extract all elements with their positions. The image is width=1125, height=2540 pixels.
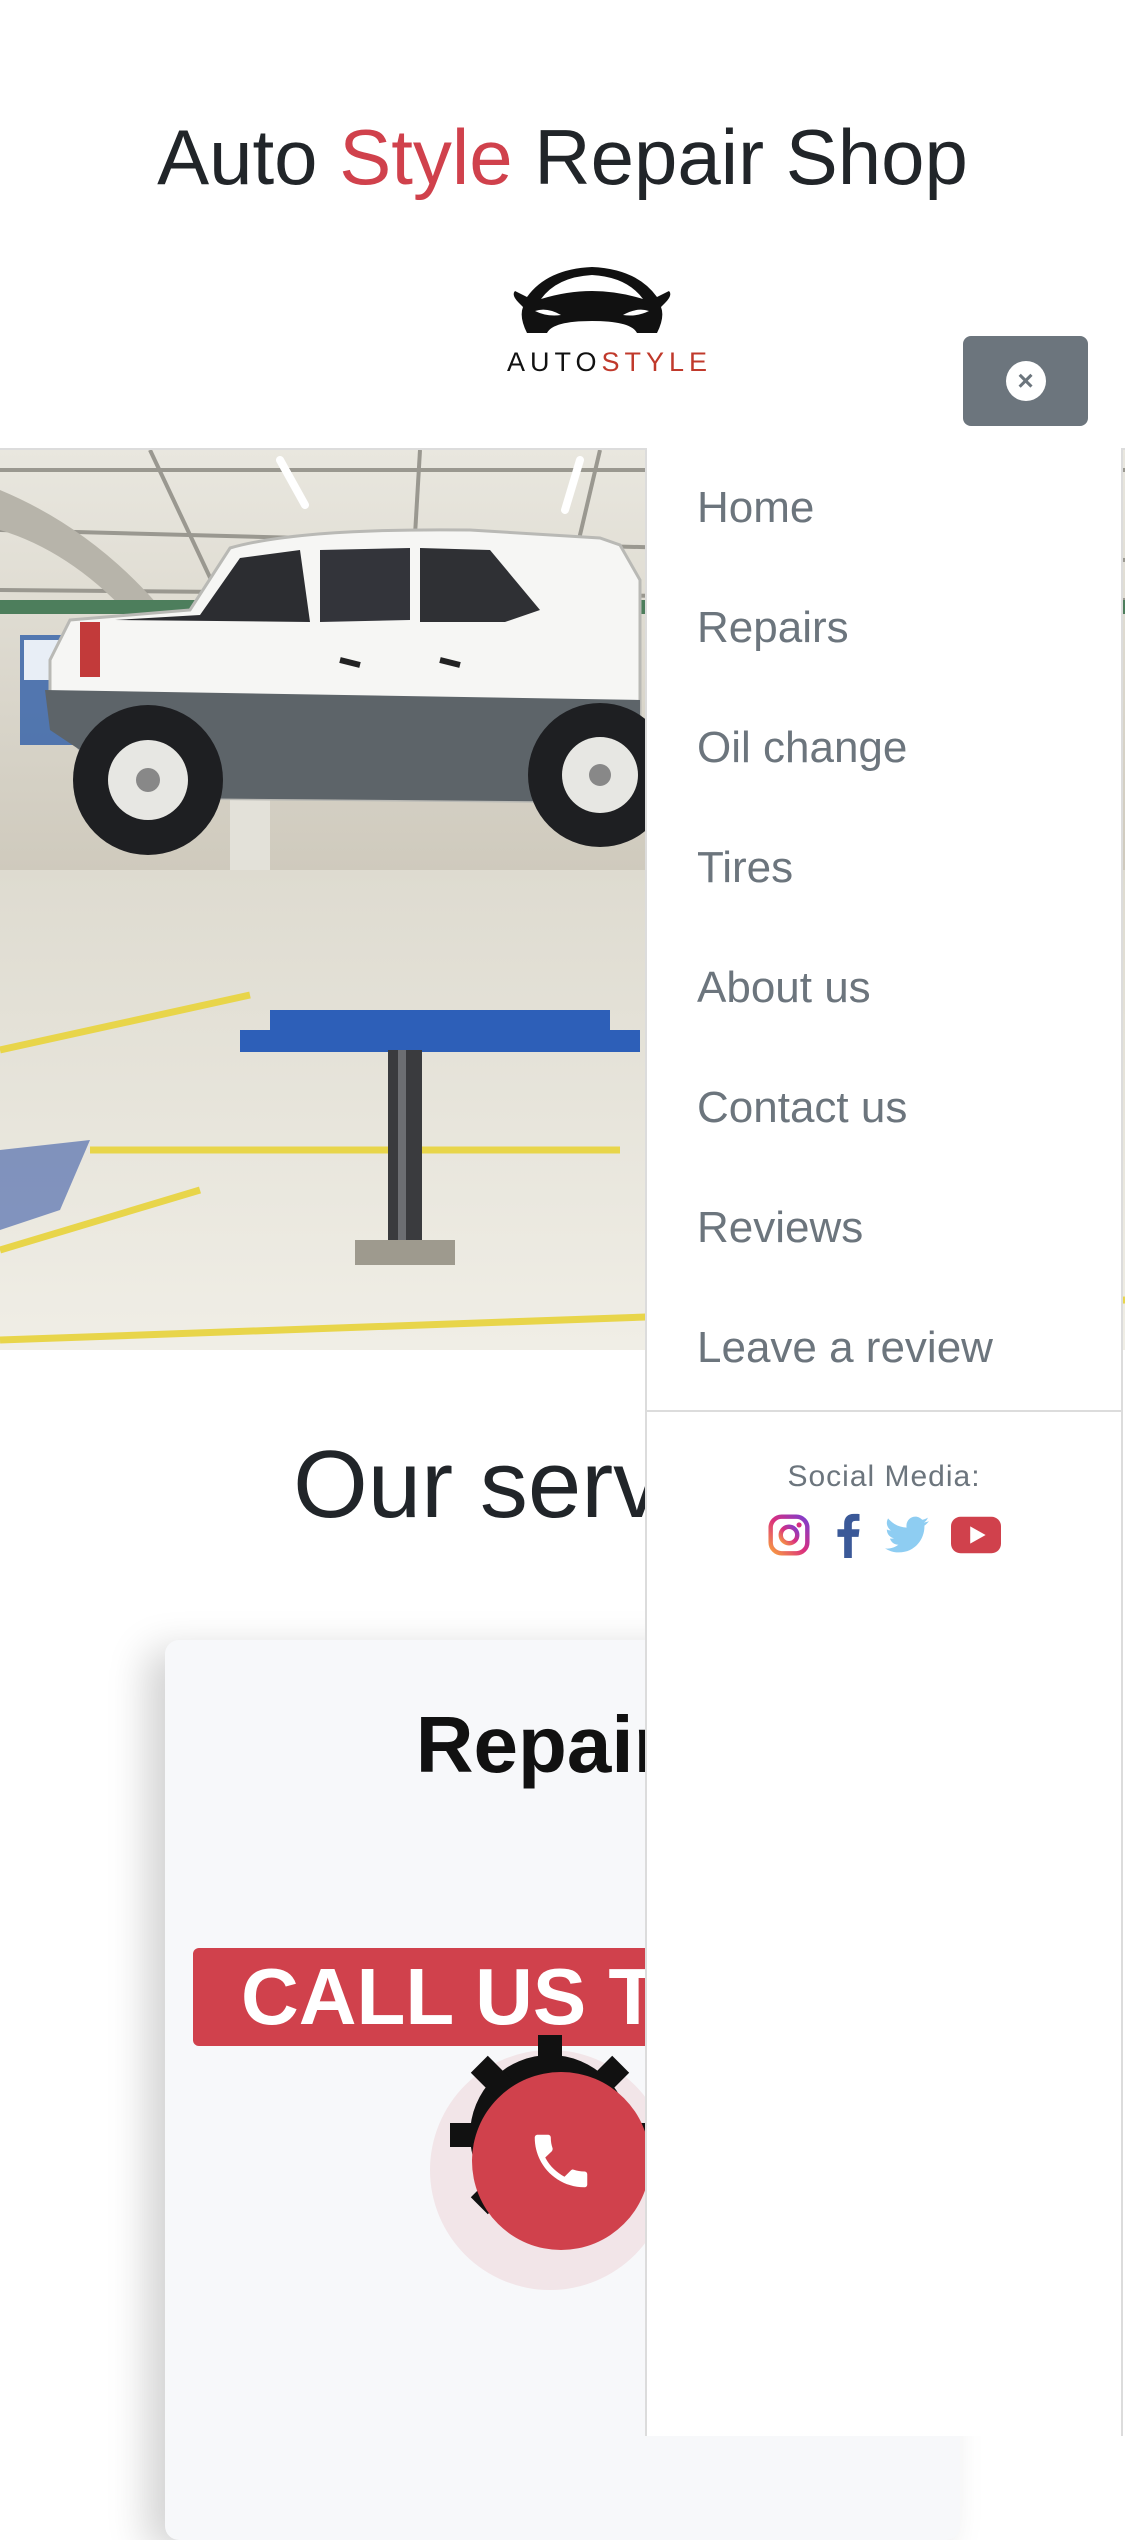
nav-item-reviews[interactable]: Reviews [647,1168,1121,1288]
social-media-section: Social Media: [647,1412,1121,1563]
nav-item-contact-us[interactable]: Contact us [647,1048,1121,1168]
logo-text-auto: AUTO [507,347,602,377]
logo-text-style: STYLE [601,347,713,377]
instagram-icon[interactable] [767,1513,811,1562]
nav-item-repairs[interactable]: Repairs [647,568,1121,688]
close-icon: × [1005,361,1046,401]
youtube-icon[interactable] [951,1516,1001,1559]
logo-wordmark: AUTOSTYLE [507,347,707,378]
nav-item-oil-change[interactable]: Oil change [647,688,1121,808]
site-header: Auto Style Repair Shop AUTOSTYLE × [0,0,1125,450]
phone-icon [534,2134,588,2188]
nav-menu: Home Repairs Oil change Tires About us C… [647,448,1121,1412]
social-icons-row [647,1512,1121,1563]
twitter-icon[interactable] [885,1515,929,1560]
title-part-1: Auto [157,113,340,201]
close-menu-button[interactable]: × [963,336,1088,426]
nav-item-leave-review[interactable]: Leave a review [647,1288,1121,1408]
title-part-2: Repair Shop [512,113,968,201]
call-phone-button[interactable] [472,2072,650,2250]
title-accent: Style [339,113,513,201]
nav-drawer: Home Repairs Oil change Tires About us C… [645,448,1123,2436]
nav-item-tires[interactable]: Tires [647,808,1121,928]
car-logo-icon [513,267,671,333]
nav-item-about-us[interactable]: About us [647,928,1121,1048]
social-media-label: Social Media: [787,1460,981,1493]
nav-item-home[interactable]: Home [647,448,1121,568]
autostyle-logo[interactable]: AUTOSTYLE [507,255,707,385]
site-title: Auto Style Repair Shop [0,112,1125,202]
facebook-icon[interactable] [833,1512,863,1563]
